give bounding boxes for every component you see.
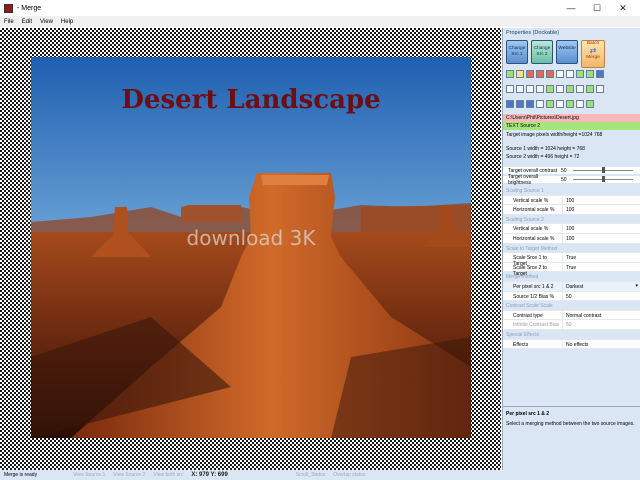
property-row[interactable]: Scale Srce 1 to Target True bbox=[503, 253, 640, 267]
menu-view[interactable]: View bbox=[40, 19, 53, 25]
menu-file[interactable]: File bbox=[4, 19, 14, 25]
tool-icon[interactable] bbox=[556, 100, 564, 108]
description-text: Select a merging method between the two … bbox=[506, 421, 635, 427]
watermark-text: download 3K bbox=[187, 226, 317, 250]
change-src1-button[interactable]: Change Src 1 bbox=[506, 40, 528, 64]
merge-arrows-icon: ⇄ bbox=[589, 46, 597, 55]
merge-label: Merge bbox=[586, 55, 600, 60]
tool-icon[interactable] bbox=[506, 70, 514, 78]
source2-dimensions: Source 2 width = 496 height = 72 bbox=[506, 154, 580, 160]
tool-icon[interactable] bbox=[536, 85, 544, 93]
property-row[interactable]: Scale Srce 2 to Target True bbox=[503, 262, 640, 277]
tool-icon[interactable] bbox=[576, 100, 584, 108]
tool-icon[interactable] bbox=[536, 70, 544, 78]
category-special-effects[interactable]: Special Effects bbox=[503, 329, 640, 340]
tool-icon[interactable] bbox=[546, 100, 554, 108]
toolbar-row-2 bbox=[506, 85, 606, 93]
app-icon bbox=[4, 3, 13, 13]
tool-icon[interactable] bbox=[596, 85, 604, 93]
tool-icon[interactable] bbox=[566, 70, 574, 78]
tool-icon[interactable] bbox=[596, 70, 604, 78]
tool-icon[interactable] bbox=[586, 100, 594, 108]
dropdown-arrow-icon[interactable]: ▾ bbox=[635, 282, 640, 291]
tool-icon[interactable] bbox=[526, 85, 534, 93]
scroll-status: Scroll_Status bbox=[295, 472, 326, 478]
tool-icon[interactable] bbox=[506, 85, 514, 93]
toolbar-row-1 bbox=[506, 70, 606, 78]
view-source2[interactable]: View Source 2 bbox=[109, 472, 149, 478]
property-grid: Scaling Source 1 Vertical scale % 100 Hor… bbox=[503, 186, 640, 350]
view-both[interactable]: View both src bbox=[149, 472, 187, 478]
property-row-selected[interactable]: Per pixel src 1 & 2 Darkest ▾ bbox=[503, 281, 640, 292]
slider-thumb[interactable] bbox=[601, 167, 605, 173]
close-button[interactable]: ✕ bbox=[610, 0, 636, 16]
website-button[interactable]: Website bbox=[556, 40, 578, 64]
brightness-row: Target overall brightness 50 bbox=[503, 173, 640, 186]
tool-icon[interactable] bbox=[516, 85, 524, 93]
property-row[interactable]: Vertical scale % 100 bbox=[503, 195, 640, 206]
title-bar: - Merge — ☐ ✕ bbox=[0, 0, 640, 16]
tool-icon[interactable] bbox=[526, 70, 534, 78]
toolbar-row-3 bbox=[506, 100, 596, 108]
category-merge-method[interactable]: Merge method bbox=[503, 272, 640, 282]
tool-icon[interactable] bbox=[576, 70, 584, 78]
tool-icon[interactable] bbox=[516, 70, 524, 78]
property-row[interactable]: Effects No effects bbox=[503, 339, 640, 350]
source1-path: C:\Users\Phil\Pictures\Desert.jpg bbox=[503, 114, 640, 122]
tool-icon[interactable] bbox=[556, 85, 564, 93]
tool-icon[interactable] bbox=[566, 85, 574, 93]
target-pixels: Target image pixels width/height =1024 7… bbox=[506, 132, 603, 138]
status-bar: Merge is ready View Source 1 View Source… bbox=[0, 470, 640, 480]
image-title-text: Desert Landscape bbox=[121, 85, 381, 115]
brightness-slider[interactable] bbox=[573, 176, 633, 182]
tool-icon[interactable] bbox=[586, 70, 594, 78]
menu-help[interactable]: Help bbox=[61, 19, 73, 25]
category-contrast-scale[interactable]: Contrast Scale Scale bbox=[503, 301, 640, 311]
view-source1[interactable]: View Source 1 bbox=[69, 472, 109, 478]
source1-dimensions: Source 1 width = 1024 height = 768 bbox=[506, 146, 585, 152]
tool-icon[interactable] bbox=[586, 85, 594, 93]
tool-icon[interactable] bbox=[566, 100, 574, 108]
batch-merge-button[interactable]: Batch ⇄ Merge bbox=[581, 40, 605, 68]
status-ready: Merge is ready bbox=[4, 472, 38, 478]
tool-icon[interactable] bbox=[576, 85, 584, 93]
menu-bar: File Edit View Help bbox=[0, 16, 640, 27]
properties-panel: Properties (Dockable) Change Src 1 Chang… bbox=[502, 28, 640, 470]
window-title: - Merge bbox=[17, 4, 42, 12]
minimize-button[interactable]: — bbox=[558, 0, 584, 16]
slider-thumb[interactable] bbox=[601, 176, 605, 182]
cursor-coordinates: X: 979 Y: 699 bbox=[191, 472, 228, 478]
overlap-status: Overlap status bbox=[333, 472, 366, 478]
image-canvas[interactable]: download 3K Desert Landscape bbox=[0, 28, 501, 470]
maximize-button[interactable]: ☐ bbox=[584, 0, 610, 16]
brightness-value: 50 bbox=[561, 176, 567, 183]
tool-icon[interactable] bbox=[536, 100, 544, 108]
description-title: Per pixel src 1 & 2 bbox=[506, 411, 550, 417]
property-row[interactable]: Horizontal scale % 100 bbox=[503, 233, 640, 244]
tool-icon[interactable] bbox=[556, 70, 564, 78]
tool-icon[interactable] bbox=[526, 100, 534, 108]
contrast-slider[interactable] bbox=[573, 167, 633, 173]
category-scale-to-target[interactable]: Scale to Target Method bbox=[503, 243, 640, 254]
tool-icon[interactable] bbox=[506, 100, 514, 108]
property-row[interactable]: Source 1/2 Bias % 50 bbox=[503, 291, 640, 302]
panel-header: Properties (Dockable) bbox=[506, 30, 560, 36]
merged-image: download 3K Desert Landscape bbox=[31, 57, 471, 438]
property-row[interactable]: Horizontal scale % 100 bbox=[503, 205, 640, 215]
category-scaling-source2[interactable]: Scaling Source 2 bbox=[503, 214, 640, 225]
property-row[interactable]: Vertical scale % 100 bbox=[503, 224, 640, 234]
contrast-value: 50 bbox=[561, 167, 567, 174]
property-row-disabled: Infinite Contrast Bias 50 bbox=[503, 320, 640, 330]
tool-icon[interactable] bbox=[516, 100, 524, 108]
source2-label: TEXT Source 2 bbox=[503, 122, 640, 130]
property-description: Per pixel src 1 & 2 Select a merging met… bbox=[503, 406, 640, 470]
action-buttons: Change Src 1 Change Src 2 Website Batch … bbox=[506, 40, 605, 68]
brightness-label: Target overall brightness bbox=[508, 173, 539, 186]
menu-edit[interactable]: Edit bbox=[22, 19, 32, 25]
category-scaling-source1[interactable]: Scaling Source 1 bbox=[503, 186, 640, 196]
tool-icon[interactable] bbox=[546, 70, 554, 78]
tool-icon[interactable] bbox=[546, 85, 554, 93]
property-row[interactable]: Contrast type Normal contrast bbox=[503, 310, 640, 321]
change-src2-button[interactable]: Change Src 2 bbox=[531, 40, 553, 64]
